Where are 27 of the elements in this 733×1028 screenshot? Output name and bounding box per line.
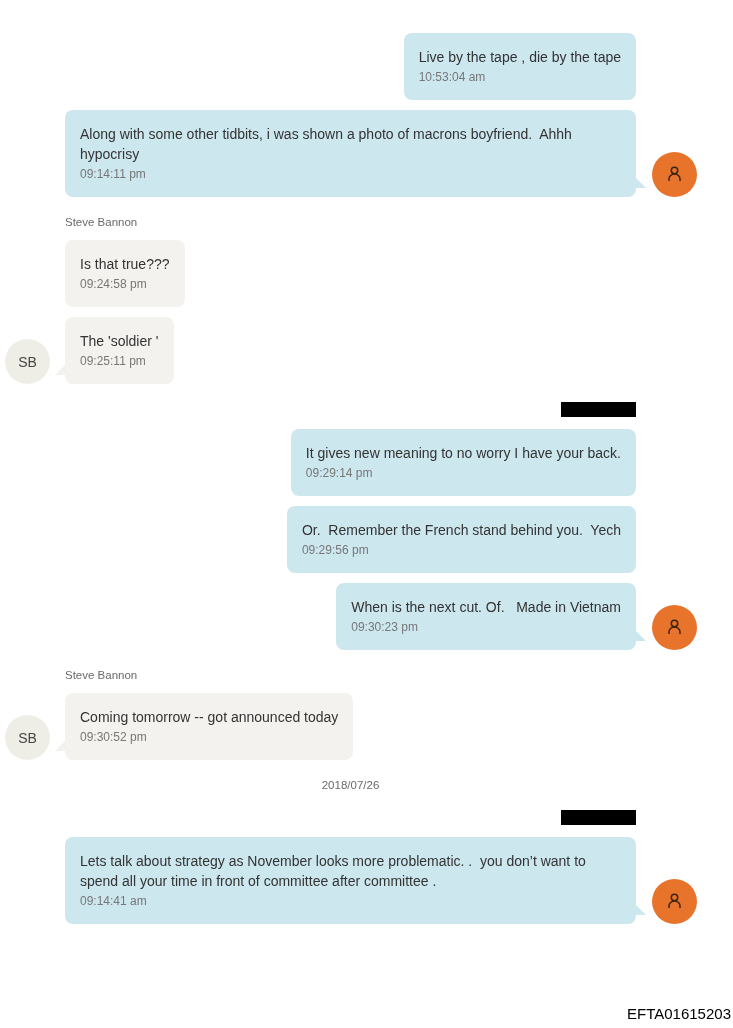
- person-avatar-icon: [652, 879, 697, 924]
- document-id: EFTA01615203: [627, 1006, 731, 1022]
- message-text: Or. Remember the French stand behind you. Yech: [301, 521, 621, 540]
- message-text: Live by the tape , die by the tape: [418, 48, 621, 67]
- person-avatar-icon: [652, 152, 697, 197]
- message-text: It gives new meaning to no worry I have your back.: [305, 444, 621, 463]
- sender-name: Steve Bannon: [65, 668, 138, 682]
- person-avatar-icon: [652, 605, 697, 650]
- message-text: Is that true???: [80, 255, 170, 274]
- message-time: 09:29:56 pm: [301, 542, 369, 558]
- message-text: When is the next cut. Of. Made in Vietnam: [351, 598, 621, 617]
- message-text: Coming tomorrow -- got announced today: [80, 708, 339, 727]
- message-time: 09:30:23 pm: [351, 619, 418, 635]
- message-time: 10:53:04 am: [418, 69, 486, 85]
- message-time: 09:14:11 pm: [80, 166, 146, 182]
- sender-avatar: SB: [5, 339, 50, 384]
- message-text: Lets talk about strategy as November looks more problematic. . you don’t want to spend all your time in front of committee after committee .: [80, 852, 587, 891]
- date-divider: 2018/07/26: [321, 778, 380, 792]
- message-time: 09:30:52 pm: [80, 729, 147, 745]
- sender-name: Steve Bannon: [65, 215, 138, 229]
- sender-avatar: SB: [5, 715, 50, 760]
- message-time: 09:25:11 pm: [80, 353, 146, 369]
- message-time: 09:29:14 pm: [305, 465, 373, 481]
- message-time: 09:14:41 am: [80, 893, 147, 909]
- message-text: The 'soldier ': [80, 332, 159, 351]
- message-time: 09:24:58 pm: [80, 276, 147, 292]
- message-text: Along with some other tidbits, i was shown a photo of macrons boyfriend. Ahhh hypocrisy: [80, 125, 573, 164]
